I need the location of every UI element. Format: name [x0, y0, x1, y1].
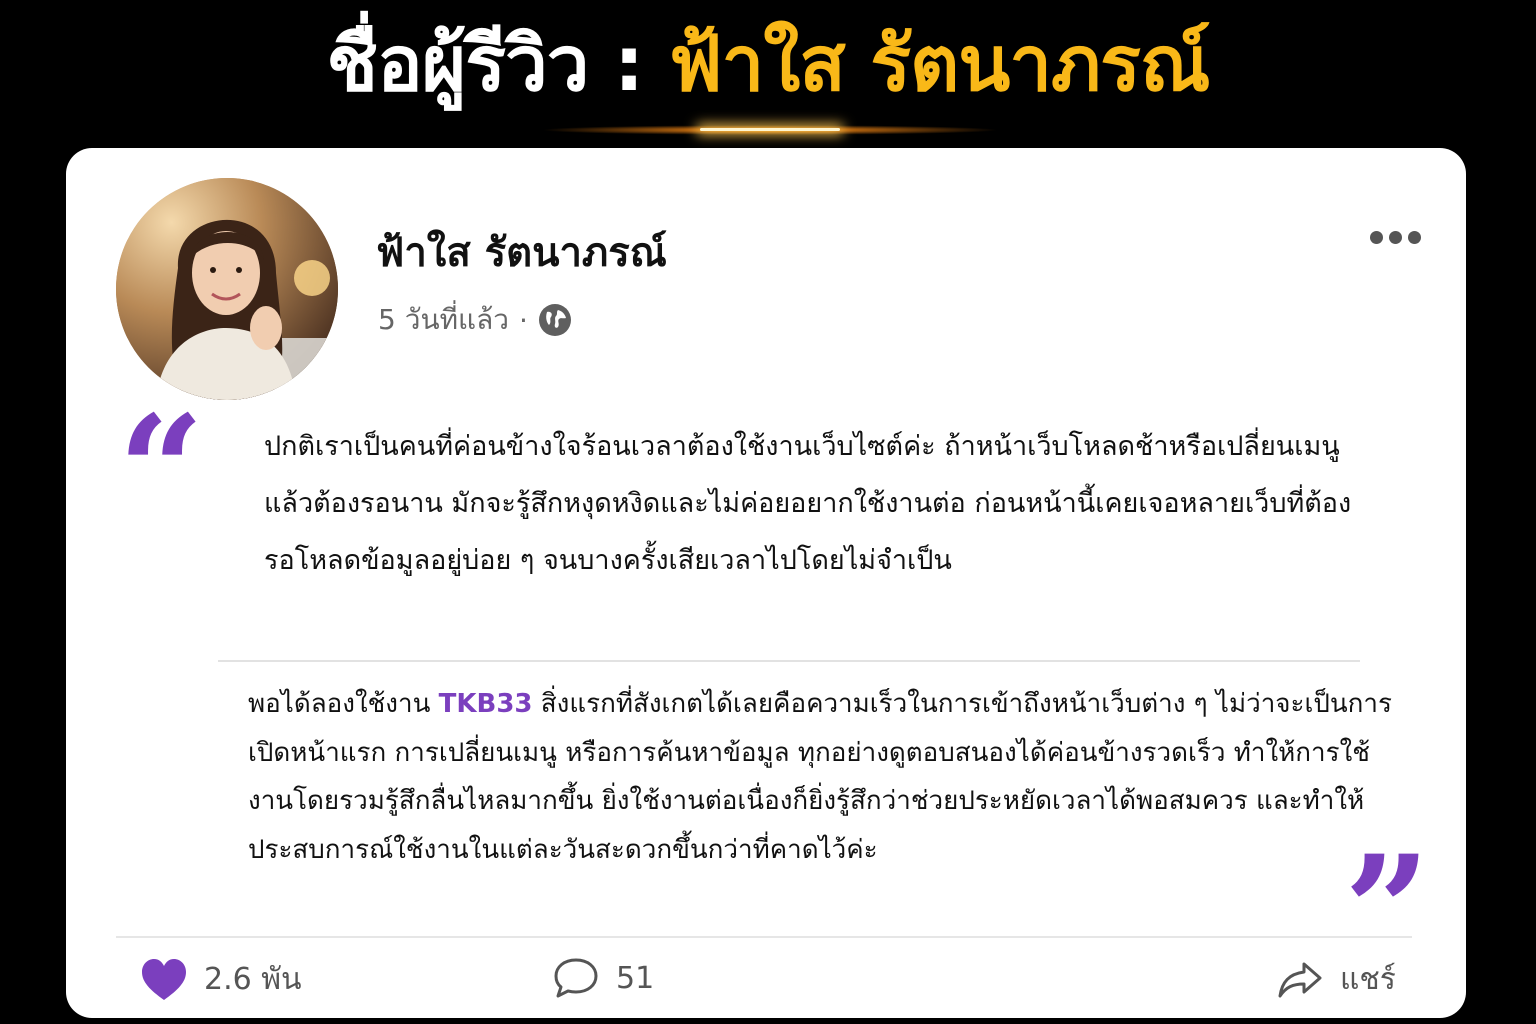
brand-name: TKB33	[438, 689, 533, 719]
actions-divider	[116, 936, 1412, 938]
like-button[interactable]: 2.6 พัน	[140, 956, 302, 1003]
globe-icon	[538, 304, 571, 336]
post-meta: 5 วันที่แล้ว ·	[378, 298, 572, 342]
review-paragraph-2: พอได้ลองใช้งาน TKB33 สิ่งแรกที่สังเกตได้…	[248, 680, 1398, 874]
page-header: ชื่อผู้รีวิว : ฟ้าใส รัตนาภรณ์	[0, 0, 1536, 148]
header-separator: :	[588, 19, 669, 108]
comment-count: 51	[616, 960, 655, 996]
content-divider	[218, 660, 1360, 662]
like-count: 2.6 พัน	[204, 962, 302, 997]
share-label: แชร์	[1340, 962, 1396, 997]
open-quote-mark: “	[118, 383, 205, 559]
more-options-icon[interactable]	[1368, 226, 1422, 248]
avatar[interactable]	[116, 178, 338, 400]
share-arrow-icon	[1278, 962, 1322, 997]
share-button[interactable]: แชร์	[1276, 956, 1396, 1003]
meta-dot: ·	[518, 303, 528, 337]
header-label: ชื่อผู้รีวิว	[326, 19, 590, 108]
header-reviewer-name: ฟ้าใส รัตนาภรณ์	[668, 19, 1211, 108]
heart-icon	[142, 958, 186, 1000]
post-author-name[interactable]: ฟ้าใส รัตนาภรณ์	[376, 220, 667, 284]
comment-button[interactable]: 51	[552, 956, 654, 1000]
review-paragraph-1: ปกติเราเป็นคนที่ค่อนข้างใจร้อนเวลาต้องใช…	[264, 431, 1352, 576]
comment-icon	[554, 958, 598, 998]
post-actions-bar: 2.6 พัน 51 แชร์	[66, 948, 1466, 1010]
avatar-image	[116, 178, 338, 400]
header-title: ชื่อผู้รีวิว : ฟ้าใส รัตนาภรณ์	[0, 26, 1536, 102]
review-post-card: ฟ้าใส รัตนาภรณ์ 5 วันที่แล้ว · “ ปกติเรา…	[66, 148, 1466, 1018]
post-time[interactable]: 5 วันที่แล้ว	[378, 298, 509, 342]
paragraph-2-intro: พอได้ลองใช้งาน	[248, 689, 439, 719]
header-glow-core	[700, 128, 840, 131]
